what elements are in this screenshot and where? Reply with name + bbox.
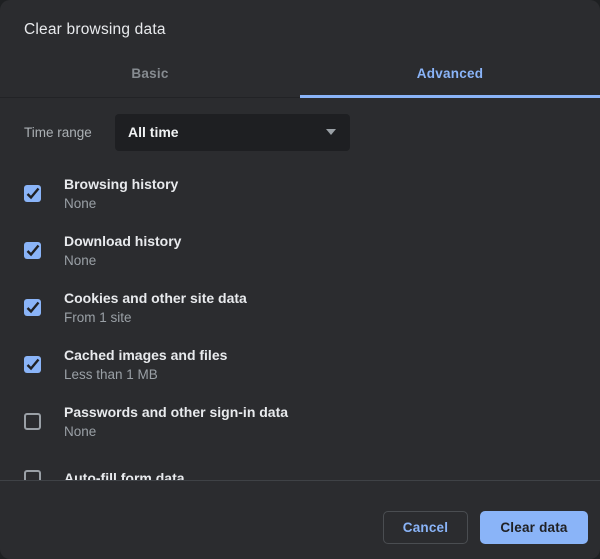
data-type-list: Browsing history None Download history N…	[0, 165, 600, 480]
row-label: Cached images and files	[64, 347, 227, 363]
checkmark-icon	[26, 301, 40, 314]
checkbox[interactable]	[24, 413, 41, 430]
tab-bar: Basic Advanced	[0, 50, 600, 98]
row-label: Browsing history	[64, 176, 178, 192]
checkbox[interactable]	[24, 356, 41, 373]
row-detail: From 1 site	[64, 310, 247, 325]
tab-advanced[interactable]: Advanced	[300, 50, 600, 97]
checkmark-icon	[26, 244, 40, 257]
dialog-footer: Cancel Clear data	[0, 480, 600, 559]
row-detail: None	[64, 196, 178, 211]
row-label: Auto-fill form data	[64, 470, 185, 480]
time-range-row: Time range All time	[24, 114, 600, 151]
row-label: Download history	[64, 233, 181, 249]
tab-advanced-label: Advanced	[417, 66, 484, 81]
active-tab-indicator	[300, 95, 600, 98]
list-item[interactable]: Auto-fill form data	[0, 450, 600, 480]
row-text: Passwords and other sign-in data None	[64, 404, 288, 439]
list-item[interactable]: Cached images and files Less than 1 MB	[0, 336, 600, 393]
dialog-body: Time range All time Browsing history Non…	[0, 98, 600, 480]
row-label: Passwords and other sign-in data	[64, 404, 288, 420]
row-label: Cookies and other site data	[64, 290, 247, 306]
clear-data-button[interactable]: Clear data	[480, 511, 588, 544]
cancel-button[interactable]: Cancel	[383, 511, 468, 544]
checkbox[interactable]	[24, 242, 41, 259]
row-text: Cached images and files Less than 1 MB	[64, 347, 227, 382]
list-item[interactable]: Download history None	[0, 222, 600, 279]
checkbox[interactable]	[24, 299, 41, 316]
time-range-value: All time	[128, 124, 179, 140]
list-item[interactable]: Passwords and other sign-in data None	[0, 393, 600, 450]
row-text: Browsing history None	[64, 176, 178, 211]
tab-basic-label: Basic	[131, 66, 168, 81]
dialog-header: Clear browsing data	[0, 0, 600, 50]
list-item[interactable]: Cookies and other site data From 1 site	[0, 279, 600, 336]
row-detail: None	[64, 253, 181, 268]
row-detail: Less than 1 MB	[64, 367, 227, 382]
tab-basic[interactable]: Basic	[0, 50, 300, 97]
time-range-label: Time range	[24, 125, 115, 140]
checkbox[interactable]	[24, 185, 41, 202]
clear-browsing-data-dialog: Clear browsing data Basic Advanced Time …	[0, 0, 600, 559]
checkbox[interactable]	[24, 470, 41, 480]
checkmark-icon	[26, 187, 40, 200]
row-text: Cookies and other site data From 1 site	[64, 290, 247, 325]
row-text: Auto-fill form data	[64, 470, 185, 480]
page-title: Clear browsing data	[24, 21, 166, 38]
list-item[interactable]: Browsing history None	[0, 165, 600, 222]
row-detail: None	[64, 424, 288, 439]
time-range-select[interactable]: All time	[115, 114, 350, 151]
checkmark-icon	[26, 358, 40, 371]
chevron-down-icon	[326, 129, 336, 135]
row-text: Download history None	[64, 233, 181, 268]
